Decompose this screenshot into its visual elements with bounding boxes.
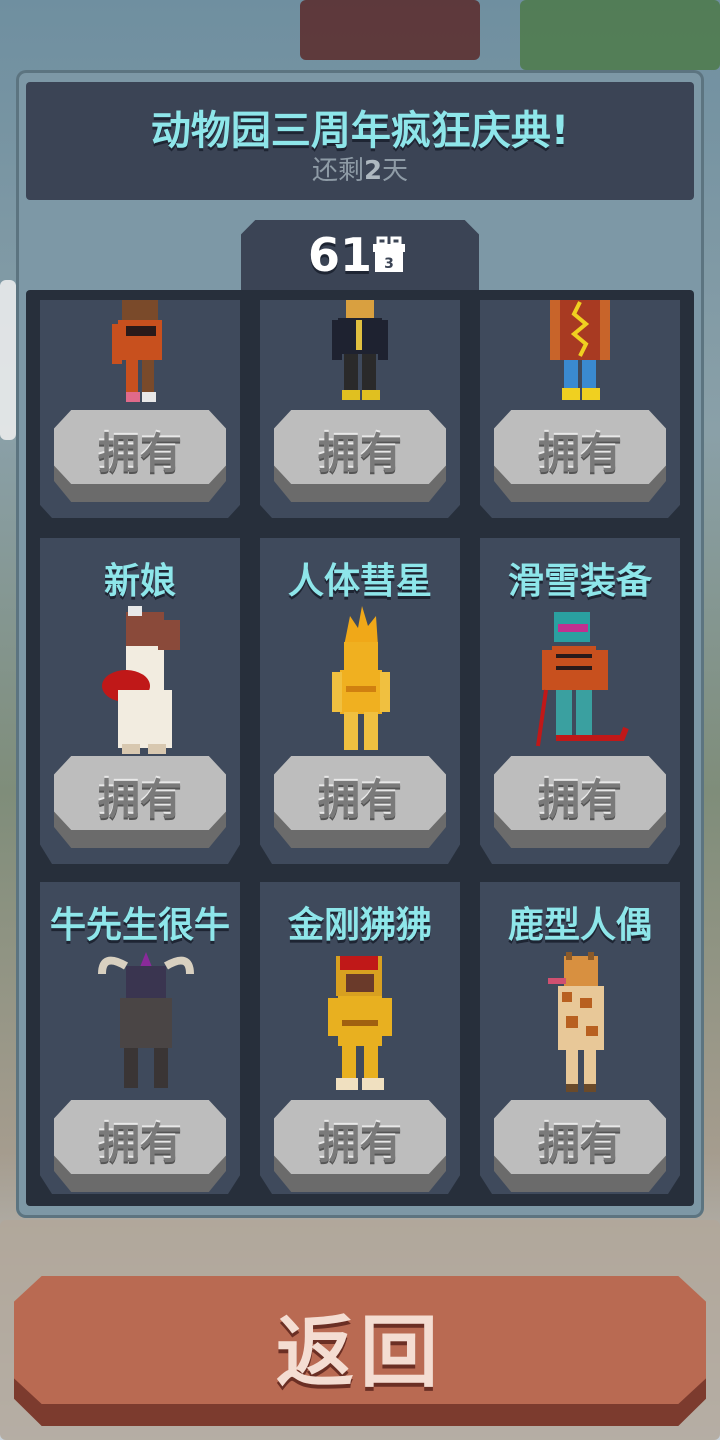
owned-button[interactable]: 拥有 (274, 410, 446, 502)
striped-character-icon (112, 300, 162, 402)
owned-button[interactable]: 拥有 (54, 1100, 226, 1192)
owned-button-label: 拥有 (537, 1119, 622, 1168)
hoodie-character-icon (332, 300, 388, 400)
background-scene-tree (520, 0, 720, 70)
owned-button-label: 拥有 (317, 775, 402, 824)
hotdog-character-icon (550, 300, 610, 400)
giraffe-character-icon (548, 952, 604, 1092)
gift-counter: 61 (308, 228, 373, 282)
owned-button[interactable]: 拥有 (54, 756, 226, 848)
gift-badge: 3 (384, 256, 394, 272)
background-scene (300, 0, 480, 60)
costume-name: 新娘 (103, 561, 176, 602)
back-button-label: 返回 (275, 1308, 444, 1398)
owned-button-label: 拥有 (537, 775, 622, 824)
owned-button-label: 拥有 (97, 1119, 182, 1168)
costume-name: 金刚狒狒 (287, 905, 432, 946)
costume-name: 牛先生很牛 (49, 905, 230, 946)
gift-icon: 3 (373, 236, 405, 272)
bride-character-icon (102, 606, 180, 754)
remaining-days: 2 (363, 156, 383, 186)
back-button[interactable]: 返回 (14, 1276, 706, 1426)
owned-button[interactable]: 拥有 (494, 1100, 666, 1192)
owned-button[interactable]: 拥有 (494, 756, 666, 848)
background-scene-wall (0, 280, 16, 440)
costume-name: 鹿型人偶 (507, 905, 652, 946)
comet-character-icon (332, 606, 390, 750)
event-title: 动物园三周年疯狂庆典! (150, 108, 570, 154)
owned-button[interactable]: 拥有 (274, 756, 446, 848)
owned-button-label: 拥有 (537, 429, 622, 478)
buffalo-character-icon (98, 952, 194, 1088)
owned-button-label: 拥有 (317, 1119, 402, 1168)
costume-name: 人体彗星 (287, 561, 432, 602)
owned-button-label: 拥有 (97, 775, 182, 824)
owned-button-label: 拥有 (97, 429, 182, 478)
costume-name: 滑雪装备 (507, 561, 652, 602)
owned-button[interactable]: 拥有 (274, 1100, 446, 1192)
time-remaining: 还剩2天 (0, 150, 720, 187)
remaining-prefix: 还剩 (311, 156, 364, 186)
remaining-suffix: 天 (382, 156, 409, 186)
owned-button[interactable]: 拥有 (494, 410, 666, 502)
monkey-character-icon (328, 956, 392, 1090)
ski-character-icon (536, 612, 629, 747)
owned-button[interactable]: 拥有 (54, 410, 226, 502)
owned-button-label: 拥有 (317, 429, 402, 478)
